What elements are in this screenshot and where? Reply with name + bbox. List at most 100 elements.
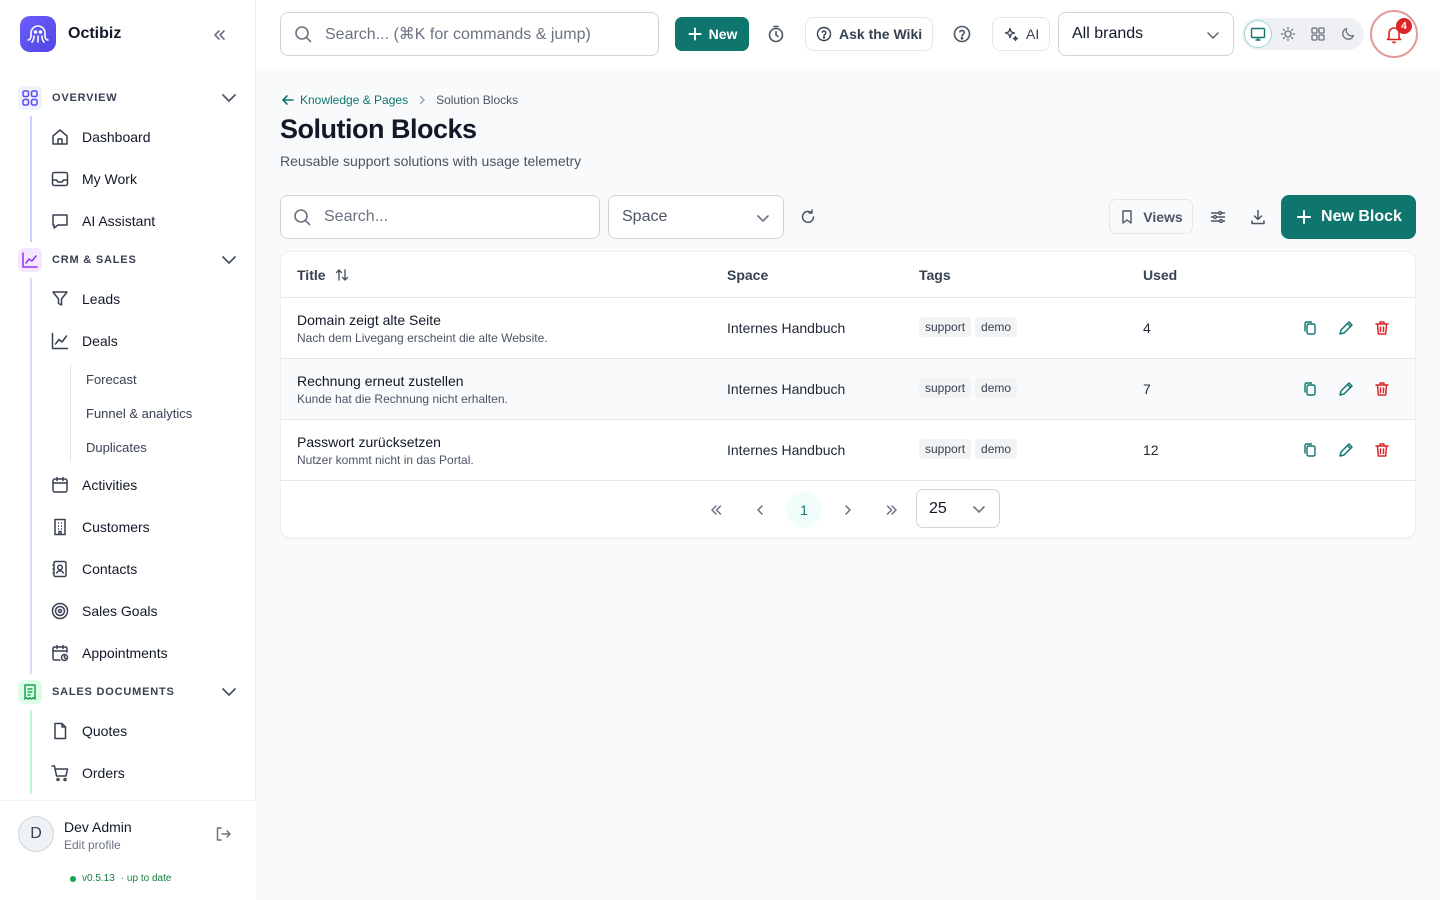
chevron-down-icon[interactable] bbox=[219, 88, 239, 108]
sidebar-item-label: Deals bbox=[82, 333, 118, 349]
row-actions bbox=[1301, 441, 1391, 459]
previous-page-icon[interactable] bbox=[742, 492, 778, 528]
brand-name: Octibiz bbox=[68, 25, 122, 42]
user-name: Dev Admin bbox=[64, 819, 132, 835]
target-icon bbox=[50, 601, 70, 621]
notifications-button[interactable]: 4 bbox=[1370, 10, 1418, 58]
contact-book-icon bbox=[50, 559, 70, 579]
space-filter-select[interactable]: Space bbox=[608, 195, 784, 239]
sidebar-item-my-work[interactable]: My Work bbox=[30, 158, 256, 200]
new-button[interactable]: New bbox=[675, 17, 749, 51]
logout-icon[interactable] bbox=[214, 825, 232, 843]
sliders-icon[interactable] bbox=[1209, 208, 1227, 226]
chevron-down-icon[interactable] bbox=[219, 250, 239, 270]
nav-section-crm-sales: CRM & SALES Leads Deals Forecast Funnel … bbox=[0, 242, 256, 674]
nav-section-header-crm-sales[interactable]: CRM & SALES bbox=[0, 242, 256, 278]
calendar-clock-icon bbox=[50, 643, 70, 663]
sidebar-subitem-funnel-analytics[interactable]: Funnel & analytics bbox=[70, 396, 256, 430]
avatar[interactable]: D bbox=[18, 816, 54, 852]
column-header-used: Used bbox=[1143, 267, 1178, 283]
help-icon[interactable] bbox=[952, 24, 972, 44]
sidebar-item-contacts[interactable]: Contacts bbox=[30, 548, 256, 590]
ai-button[interactable]: AI bbox=[992, 17, 1051, 51]
last-page-icon[interactable] bbox=[874, 492, 910, 528]
search-input[interactable]: Search... bbox=[280, 195, 600, 239]
sidebar-item-deals[interactable]: Deals bbox=[30, 320, 256, 362]
sidebar-item-sales-goals[interactable]: Sales Goals bbox=[30, 590, 256, 632]
edit-pencil-icon[interactable] bbox=[1337, 380, 1355, 398]
tag-badge: demo bbox=[975, 439, 1018, 459]
download-icon[interactable] bbox=[1249, 208, 1267, 226]
collapse-sidebar-icon[interactable] bbox=[208, 24, 230, 46]
column-header-tags: Tags bbox=[919, 267, 951, 283]
ask-wiki-button[interactable]: Ask the Wiki bbox=[805, 17, 934, 51]
copy-icon[interactable] bbox=[1301, 441, 1319, 459]
new-button-label: New bbox=[708, 26, 738, 42]
row-description: Nach dem Livegang erscheint die alte Web… bbox=[297, 331, 548, 345]
breadcrumb-back-link[interactable]: Knowledge & Pages bbox=[280, 92, 408, 108]
ai-button-label: AI bbox=[1026, 26, 1040, 42]
sidebar-subitem-forecast[interactable]: Forecast bbox=[70, 362, 256, 396]
nav-section-items: Quotes Orders bbox=[30, 710, 256, 794]
table-row[interactable]: Rechnung erneut zustellen Kunde hat die … bbox=[281, 359, 1415, 420]
layout-grid-icon[interactable] bbox=[1305, 21, 1331, 47]
funnel-icon bbox=[50, 289, 70, 309]
copy-icon[interactable] bbox=[1301, 319, 1319, 337]
views-button[interactable]: Views bbox=[1109, 199, 1193, 234]
sidebar-item-label: My Work bbox=[82, 171, 137, 187]
trash-icon[interactable] bbox=[1373, 441, 1391, 459]
nav-section-header-overview[interactable]: OVERVIEW bbox=[0, 80, 256, 116]
trash-icon[interactable] bbox=[1373, 319, 1391, 337]
sidebar-item-ai-assistant[interactable]: AI Assistant bbox=[30, 200, 256, 242]
edit-profile-link[interactable]: Edit profile bbox=[64, 838, 121, 852]
first-page-icon[interactable] bbox=[698, 492, 734, 528]
brand[interactable]: Octibiz bbox=[20, 16, 121, 52]
nav-section-header-sales-documents[interactable]: SALES DOCUMENTS bbox=[0, 674, 256, 710]
row-used-count: 4 bbox=[1143, 320, 1151, 336]
user-profile: D Dev Admin Edit profile v0.5.13 · up to… bbox=[0, 800, 256, 900]
moon-icon[interactable] bbox=[1335, 21, 1361, 47]
sidebar-item-quotes[interactable]: Quotes bbox=[30, 710, 256, 752]
next-page-icon[interactable] bbox=[830, 492, 866, 528]
sidebar-item-leads[interactable]: Leads bbox=[30, 278, 256, 320]
chevron-down-icon[interactable] bbox=[219, 682, 239, 702]
row-title[interactable]: Rechnung erneut zustellen bbox=[297, 373, 464, 389]
space-select-placeholder: Space bbox=[622, 208, 668, 225]
sidebar-item-activities[interactable]: Activities bbox=[30, 464, 256, 506]
sidebar-item-dashboard[interactable]: Dashboard bbox=[30, 116, 256, 158]
page-title: Solution Blocks bbox=[280, 114, 477, 144]
sidebar-item-appointments[interactable]: Appointments bbox=[30, 632, 256, 674]
copy-icon[interactable] bbox=[1301, 380, 1319, 398]
row-title[interactable]: Domain zeigt alte Seite bbox=[297, 312, 441, 328]
sidebar-item-customers[interactable]: Customers bbox=[30, 506, 256, 548]
sidebar-subitem-duplicates[interactable]: Duplicates bbox=[70, 430, 256, 464]
views-label: Views bbox=[1143, 208, 1183, 225]
sidebar-item-label: Sales Goals bbox=[82, 603, 158, 619]
new-block-button[interactable]: New Block bbox=[1281, 195, 1416, 239]
monitor-icon[interactable] bbox=[1245, 21, 1271, 47]
sidebar-item-orders[interactable]: Orders bbox=[30, 752, 256, 794]
grid-icon bbox=[18, 86, 42, 110]
timer-icon[interactable] bbox=[766, 24, 786, 44]
refresh-icon[interactable] bbox=[799, 208, 817, 226]
global-search-input[interactable]: Search... (⌘K for commands & jump) bbox=[280, 12, 659, 56]
search-placeholder: Search... bbox=[324, 208, 389, 225]
table-row[interactable]: Domain zeigt alte Seite Nach dem Livegan… bbox=[281, 298, 1415, 359]
version-status-text: · up to date bbox=[120, 873, 172, 884]
row-used-count: 12 bbox=[1143, 442, 1159, 458]
search-icon bbox=[292, 207, 312, 227]
sun-icon[interactable] bbox=[1275, 21, 1301, 47]
tag-badge: support bbox=[919, 317, 972, 337]
page-number-button[interactable]: 1 bbox=[786, 492, 822, 528]
row-title[interactable]: Passwort zurücksetzen bbox=[297, 434, 441, 450]
sort-icon[interactable] bbox=[334, 267, 350, 283]
page-size-select[interactable]: 25 bbox=[916, 489, 1000, 528]
sidebar-item-label: Dashboard bbox=[82, 129, 151, 145]
nav-section-label: CRM & SALES bbox=[52, 254, 137, 266]
edit-pencil-icon[interactable] bbox=[1337, 319, 1355, 337]
trash-icon[interactable] bbox=[1373, 380, 1391, 398]
edit-pencil-icon[interactable] bbox=[1337, 441, 1355, 459]
table-row[interactable]: Passwort zurücksetzen Nutzer kommt nicht… bbox=[281, 420, 1415, 481]
brand-select[interactable]: All brands bbox=[1058, 12, 1234, 56]
column-header-title[interactable]: Title bbox=[297, 267, 350, 283]
